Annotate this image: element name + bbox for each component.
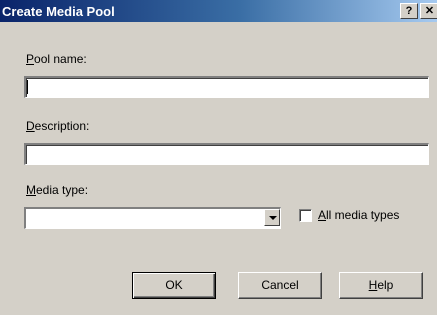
dialog-title: Create Media Pool	[2, 4, 115, 19]
help-title-button[interactable]: ?	[400, 3, 418, 19]
chevron-down-icon[interactable]	[264, 209, 280, 226]
help-button[interactable]: Help	[339, 272, 423, 299]
ok-button[interactable]: OK	[132, 272, 216, 299]
cancel-button[interactable]: Cancel	[238, 272, 322, 299]
media-type-dropdown[interactable]	[24, 207, 281, 229]
pool-name-input[interactable]	[24, 76, 429, 98]
pool-name-label: Pool name:	[26, 52, 87, 66]
close-icon: ✕	[424, 5, 435, 17]
text-caret	[27, 80, 28, 94]
all-media-types-label[interactable]: All media types	[318, 208, 399, 222]
description-label: Description:	[26, 119, 90, 133]
description-input[interactable]	[24, 143, 429, 165]
title-bar: Create Media Pool ? ✕	[0, 0, 437, 22]
all-media-types-checkbox[interactable]	[299, 209, 312, 222]
close-title-button[interactable]: ✕	[420, 3, 437, 19]
media-type-label: Media type:	[26, 183, 89, 197]
